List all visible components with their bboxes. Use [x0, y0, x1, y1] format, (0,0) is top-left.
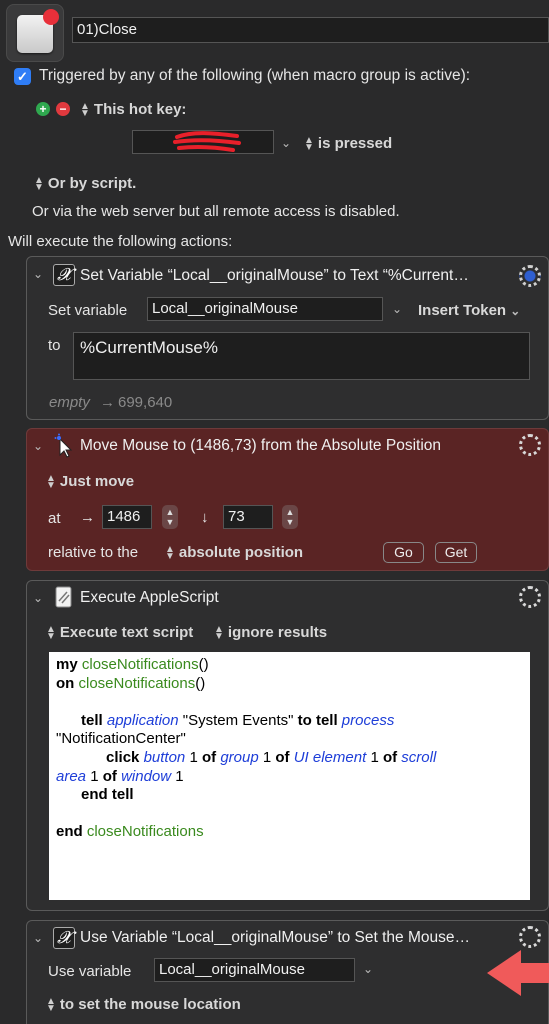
minus-icon[interactable]: −	[56, 102, 70, 116]
use-variable-name-field[interactable]: Local__originalMouse	[154, 958, 355, 982]
preview-empty: empty	[49, 394, 90, 411]
variable-x-icon: 𝓧	[53, 927, 75, 949]
script-line: "NotificationCenter"	[56, 730, 186, 748]
preview-arrow-icon: →	[100, 394, 115, 411]
macro-icon[interactable]	[6, 4, 64, 62]
x-arrow-icon: →	[80, 509, 95, 526]
updown-icon: ▲ ▼	[165, 544, 175, 563]
will-execute-label: Will execute the following actions:	[8, 233, 233, 250]
updown-icon: ▲ ▼	[46, 996, 56, 1015]
use-variable-label: Use variable	[48, 963, 132, 980]
set-location-popup[interactable]: ▲ ▼ to set the mouse location	[46, 996, 241, 1015]
hotkey-label[interactable]: ▲ ▼ This hot key:	[80, 101, 186, 120]
red-arrow-annotation	[487, 950, 549, 996]
collapse-chevron-icon[interactable]: ⌄	[33, 439, 43, 453]
move-mouse-title: Move Mouse to (1486,73) from the Absolut…	[80, 437, 442, 454]
y-stepper[interactable]: ▲ ▼	[282, 505, 298, 529]
triggered-checkbox[interactable]: ✓	[14, 68, 31, 85]
collapse-chevron-icon[interactable]: ⌄	[33, 267, 43, 281]
script-line: area 1 of window 1	[56, 767, 184, 785]
updown-icon: ▲ ▼	[46, 624, 56, 643]
get-button[interactable]: Get	[435, 542, 477, 563]
web-server-note: Or via the web server but all remote acc…	[32, 203, 400, 220]
chevron-down-icon: ⌄	[510, 304, 521, 318]
is-pressed-popup[interactable]: ▲ ▼ is pressed	[304, 135, 392, 154]
execute-mode-popup[interactable]: ▲ ▼ Execute text script	[46, 624, 193, 643]
variable-name-field[interactable]: Local__originalMouse	[147, 297, 383, 321]
script-line: on closeNotifications()	[56, 674, 206, 692]
updown-icon: ▲ ▼	[46, 473, 56, 492]
x-stepper[interactable]: ▲ ▼	[162, 505, 178, 529]
result-mode-popup[interactable]: ▲ ▼ ignore results	[214, 624, 327, 643]
hotkey-field[interactable]	[132, 130, 274, 154]
to-label: to	[48, 337, 61, 354]
variable-x-icon: 𝓧	[53, 264, 75, 286]
script-line	[56, 693, 523, 712]
applescript-title: Execute AppleScript	[80, 589, 219, 606]
hotkey-redaction	[173, 131, 241, 152]
collapse-chevron-icon[interactable]: ⌄	[33, 931, 43, 945]
at-label: at	[48, 510, 61, 527]
hotkey-chevron-down-icon[interactable]: ⌄	[281, 136, 291, 150]
script-line: end tell	[81, 786, 134, 804]
set-variable-title: Set Variable “Local__originalMouse” to T…	[80, 267, 469, 284]
script-line: tell application "System Events" to tell…	[81, 711, 395, 729]
updown-icon: ▲ ▼	[80, 101, 90, 120]
mouse-cursor-icon	[54, 433, 73, 458]
macro-badge-icon	[43, 9, 59, 25]
applescript-editor[interactable]: my closeNotifications() on closeNotifica…	[49, 652, 530, 900]
plus-icon[interactable]: +	[36, 102, 50, 116]
relative-position-popup[interactable]: ▲ ▼ absolute position	[165, 544, 303, 563]
macro-name-field[interactable]: 01)Close	[72, 17, 549, 43]
use-variable-title: Use Variable “Local__originalMouse” to S…	[80, 929, 470, 946]
script-line	[56, 805, 523, 824]
x-coordinate-field[interactable]: 1486	[102, 505, 152, 529]
just-move-popup[interactable]: ▲ ▼ Just move	[46, 473, 134, 492]
gear-icon[interactable]	[519, 434, 541, 456]
collapse-chevron-icon[interactable]: ⌄	[33, 591, 43, 605]
preview-value: 699,640	[118, 394, 173, 411]
set-variable-label: Set variable	[48, 302, 128, 319]
updown-icon: ▲ ▼	[34, 175, 44, 194]
gear-icon[interactable]	[519, 265, 541, 287]
variable-chevron-down-icon[interactable]: ⌄	[392, 302, 402, 316]
go-button[interactable]: Go	[383, 542, 424, 563]
script-line: my closeNotifications()	[56, 656, 209, 673]
y-arrow-icon: ↓	[201, 509, 209, 526]
insert-token-button[interactable]: Insert Token ⌄	[418, 302, 520, 319]
script-line: end closeNotifications	[56, 823, 204, 841]
triggered-label: Triggered by any of the following (when …	[39, 67, 471, 84]
or-by-script-popup[interactable]: ▲ ▼ Or by script.	[34, 175, 136, 194]
updown-icon: ▲ ▼	[304, 135, 314, 154]
relative-label: relative to the	[48, 544, 139, 561]
script-line: click button 1 of group 1 of UI element …	[106, 748, 437, 766]
y-coordinate-field[interactable]: 73	[223, 505, 273, 529]
to-text-field[interactable]: %CurrentMouse%	[73, 332, 530, 380]
gear-icon[interactable]	[519, 926, 541, 948]
variable-chevron-down-icon[interactable]: ⌄	[363, 962, 373, 976]
applescript-icon	[55, 586, 72, 608]
gear-icon[interactable]	[519, 586, 541, 608]
updown-icon: ▲ ▼	[214, 624, 224, 643]
